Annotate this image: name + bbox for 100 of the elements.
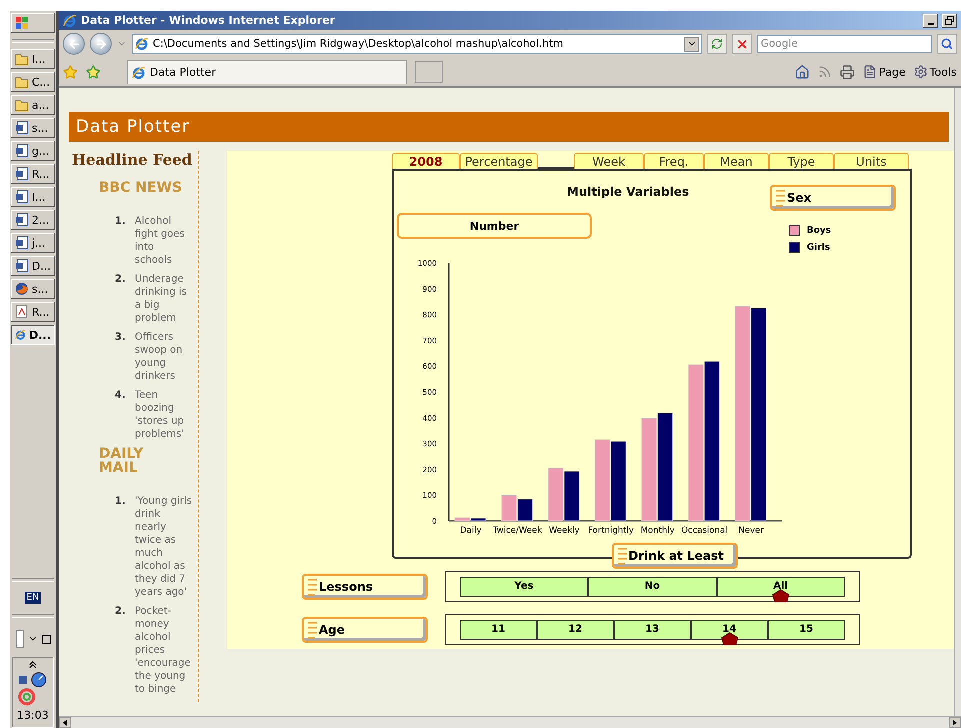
bar — [548, 468, 564, 522]
headline-link[interactable]: Officers swoop on young drinkers — [135, 331, 193, 383]
option-cell[interactable]: 13 — [614, 620, 691, 640]
item-number: 1. — [115, 495, 127, 509]
window-icon[interactable] — [42, 634, 50, 644]
forward-arrow-icon — [94, 38, 108, 50]
scroll-left-button[interactable] — [59, 717, 71, 728]
chevron-icon[interactable] — [29, 661, 37, 669]
item-number: 3. — [115, 331, 127, 345]
page-menu[interactable]: Page — [863, 65, 906, 79]
taskbar-item[interactable]: D... — [11, 325, 55, 345]
home-icon[interactable] — [795, 64, 810, 80]
lines-icon — [776, 189, 786, 207]
mini-field[interactable] — [16, 630, 24, 648]
x-tick-label: Twice/Week — [493, 526, 542, 536]
taskbar-item[interactable]: R... — [11, 164, 55, 184]
search-icon — [941, 38, 953, 50]
item-number: 4. — [115, 389, 127, 403]
bar — [564, 471, 580, 522]
taskbar-item[interactable]: 2... — [11, 210, 55, 230]
add-star-icon[interactable] — [86, 64, 101, 80]
taskbar-item[interactable]: g... — [11, 141, 55, 161]
plot-tab[interactable]: Week — [574, 153, 644, 169]
x-variable-button[interactable]: Drink at Least — [612, 543, 738, 569]
taskbar-item[interactable]: R... — [11, 302, 55, 322]
headline-link[interactable]: Alcohol fight goes into schools — [135, 215, 193, 267]
item-number: 2. — [115, 605, 127, 619]
x-tick-label: Weekly — [549, 526, 580, 536]
group-variable-button[interactable]: Sex — [770, 185, 896, 211]
restore-button[interactable] — [942, 14, 957, 28]
plot-tab[interactable]: Freq. — [644, 153, 704, 169]
refresh-button[interactable] — [707, 34, 727, 54]
folder-icon — [15, 75, 29, 89]
refresh-icon — [711, 38, 723, 50]
plot-tab[interactable]: Type — [769, 153, 834, 169]
search-field[interactable]: Google — [757, 35, 932, 53]
option-cell[interactable]: 11 — [460, 620, 537, 640]
close-icon — [736, 38, 748, 50]
plot-tab[interactable]: 2008 — [392, 153, 460, 169]
filter-button[interactable]: Lessons — [302, 574, 428, 600]
minimize-button[interactable] — [923, 14, 938, 28]
browser-icon — [63, 14, 77, 28]
document-icon — [15, 144, 29, 158]
taskbar-item[interactable]: I... — [11, 49, 55, 69]
document-icon — [15, 236, 29, 250]
gear-icon — [914, 65, 928, 79]
taskbar-item[interactable]: C... — [11, 72, 55, 92]
plot-tab[interactable]: Percentage — [460, 153, 538, 169]
scroll-right-button[interactable] — [949, 717, 961, 728]
browser-tab[interactable]: Data Plotter — [127, 60, 407, 84]
pointer-icon[interactable] — [720, 632, 738, 646]
favorites-star-icon[interactable] — [63, 64, 78, 80]
taskbar-item[interactable]: I... — [11, 187, 55, 207]
taskbar-item[interactable]: s... — [11, 279, 55, 299]
clock[interactable]: 13:03 — [17, 709, 49, 722]
taskbar-item[interactable]: j... — [11, 233, 55, 253]
headline-link[interactable]: Teen boozing 'stores up problems' — [135, 389, 193, 441]
taskbar-item[interactable]: s... — [11, 118, 55, 138]
y-variable-button[interactable]: Number — [397, 213, 592, 239]
taskbar-item[interactable]: a... — [11, 95, 55, 115]
option-cell[interactable]: No — [588, 576, 717, 596]
taskbar-item[interactable]: D... — [11, 256, 55, 276]
right-triangle-icon — [953, 720, 957, 726]
chart-title: Multiple Variables — [567, 185, 690, 199]
item-number: 2. — [115, 273, 127, 287]
pointer-icon[interactable] — [772, 588, 790, 602]
tray-icons-drawing[interactable] — [17, 672, 49, 706]
document-icon — [15, 259, 29, 273]
print-icon[interactable] — [840, 64, 856, 80]
option-cell[interactable]: 15 — [768, 620, 845, 640]
back-button[interactable] — [63, 33, 85, 55]
lines-icon — [308, 578, 318, 596]
feed-title: Headline Feed — [72, 151, 194, 169]
legend-label: Boys — [807, 226, 832, 236]
left-triangle-icon — [63, 720, 67, 726]
pdf-icon — [15, 305, 29, 319]
page-header: Data Plotter — [69, 112, 949, 142]
document-icon — [15, 121, 29, 135]
option-cell[interactable]: Yes — [460, 576, 588, 596]
folder-icon — [15, 98, 29, 112]
stop-button[interactable] — [732, 34, 752, 54]
option-cell[interactable]: 12 — [537, 620, 614, 640]
headline-link[interactable]: Pocket-money alcohol prices 'encourage the young to binge — [135, 605, 193, 696]
forward-button[interactable] — [90, 33, 112, 55]
search-button[interactable] — [937, 34, 957, 54]
browser-icon — [15, 328, 26, 342]
lines-icon — [618, 547, 628, 565]
plot-tab[interactable]: Mean — [704, 153, 769, 169]
scrollbar[interactable] — [954, 88, 961, 716]
dropdown-button[interactable] — [684, 36, 699, 52]
headline-link[interactable]: 'Young girls drink nearly twice as much alcohol as they did 7 years ago' — [135, 495, 193, 599]
filter-button[interactable]: Age — [302, 616, 428, 642]
start-button[interactable] — [11, 13, 55, 33]
address-field[interactable]: C:\Documents and Settings\Jim Ridgway\Desktop\alcohol mashup\alcohol.htm — [132, 34, 702, 54]
language-indicator[interactable]: EN — [24, 592, 42, 604]
headline-link[interactable]: Underage drinking is a big problem — [135, 273, 193, 325]
tools-menu[interactable]: Tools — [914, 65, 957, 79]
x-tick-label: Monthly — [640, 526, 675, 536]
plot-tab[interactable]: Units — [834, 153, 909, 169]
globe-icon — [15, 282, 29, 296]
